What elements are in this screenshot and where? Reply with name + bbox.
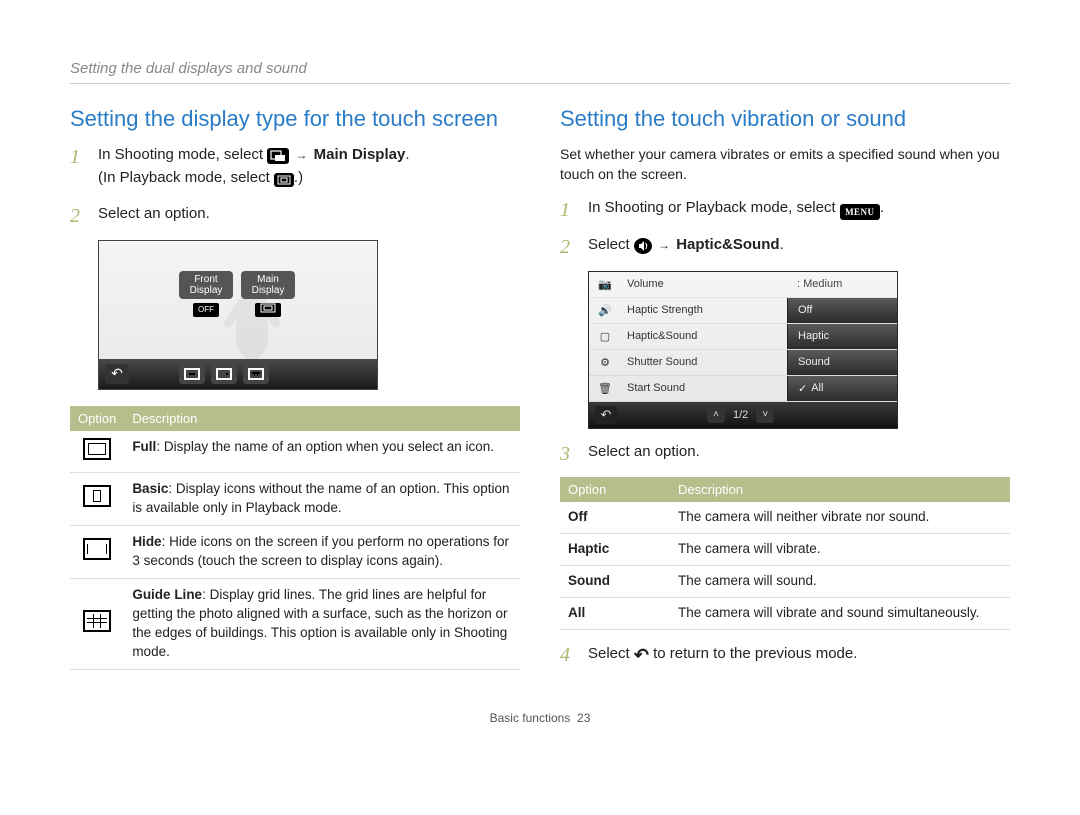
table-row: Hide: Hide icons on the screen if you pe… <box>70 526 520 579</box>
table-row: OffThe camera will neither vibrate nor s… <box>560 502 1010 533</box>
left-column: Setting the display type for the touch s… <box>70 106 520 683</box>
sound-tab-icon: 🔊 <box>589 304 621 317</box>
back-icon[interactable]: ↶ <box>595 406 617 424</box>
display-settings-icon <box>267 148 289 164</box>
table-row: HapticThe camera will vibrate. <box>560 533 1010 565</box>
left-title: Setting the display type for the touch s… <box>70 106 520 132</box>
page-footer: Basic functions 23 <box>70 711 1010 725</box>
table-row: SoundThe camera will sound. <box>560 565 1010 597</box>
hide-icon <box>83 538 111 560</box>
menu-row[interactable]: 🗑 Start Sound ✓All <box>589 376 897 402</box>
display-option-table: Option Description Full: Display the nam… <box>70 406 520 670</box>
check-icon: ✓ <box>798 382 807 395</box>
sound-icon <box>634 238 652 254</box>
table-header-option: Option <box>560 477 670 502</box>
option-sound[interactable]: Sound <box>787 350 897 375</box>
arrow-icon: → <box>656 238 672 252</box>
left-step-2: 2 Select an option. <box>70 203 520 226</box>
display-mode-guide-icon[interactable] <box>243 364 269 384</box>
right-title: Setting the touch vibration or sound <box>560 106 1010 132</box>
page-down-icon[interactable]: ˅ <box>756 407 774 423</box>
left-step-1: 1 In Shooting mode, select → Main Displa… <box>70 144 520 189</box>
trash-tab-icon: 🗑 <box>589 382 621 395</box>
haptic-option-table: Option Description OffThe camera will ne… <box>560 477 1010 630</box>
front-off-badge: OFF <box>193 303 219 317</box>
table-header-description: Description <box>124 406 520 431</box>
camera-tab-icon: 📷 <box>589 278 621 291</box>
display-mode-full-icon[interactable] <box>179 364 205 384</box>
return-icon: ↶ <box>634 642 649 669</box>
haptic-sound-figure: 📷 Volume : Medium 🔊 Haptic Strength Off … <box>588 271 898 429</box>
right-lead: Set whether your camera vibrates or emit… <box>560 144 1010 185</box>
menu-row[interactable]: ⚙ Shutter Sound Sound <box>589 350 897 376</box>
table-row: Basic: Display icons without the name of… <box>70 473 520 526</box>
right-step-4: 4 Select ↶ to return to the previous mod… <box>560 642 1010 669</box>
main-display-label: Main Display <box>314 146 406 163</box>
display-tab-icon: ▢ <box>589 330 621 343</box>
pager-label: 1/2 <box>733 409 748 421</box>
basic-icon <box>83 485 111 507</box>
display-mode-basic-icon[interactable] <box>211 364 237 384</box>
option-all[interactable]: ✓All <box>787 376 897 401</box>
breadcrumb: Setting the dual displays and sound <box>70 60 1010 84</box>
right-step-3: 3 Select an option. <box>560 441 1010 464</box>
full-icon <box>83 438 111 460</box>
right-step-2: 2 Select → Haptic&Sound. <box>560 234 1010 257</box>
main-display-icon <box>255 303 281 317</box>
option-off[interactable]: Off <box>787 298 897 323</box>
page-up-icon[interactable]: ˄ <box>707 407 725 423</box>
table-row: Full: Display the name of an option when… <box>70 431 520 473</box>
table-row: Guide Line: Display grid lines. The grid… <box>70 578 520 669</box>
right-column: Setting the touch vibration or sound Set… <box>560 106 1010 683</box>
display-type-figure: FrontDisplay OFF MainDisplay ↶ <box>98 240 378 390</box>
back-icon[interactable]: ↶ <box>105 364 129 384</box>
haptic-sound-label: Haptic&Sound <box>676 236 779 253</box>
step-text-b: In Playback mode, select <box>103 169 274 186</box>
table-header-option: Option <box>70 406 124 431</box>
settings-tab-icon: ⚙ <box>589 356 621 369</box>
right-step-1: 1 In Shooting or Playback mode, select M… <box>560 197 1010 221</box>
menu-icon: MENU <box>840 204 880 220</box>
option-haptic[interactable]: Haptic <box>787 324 897 349</box>
guide-line-icon <box>83 610 111 632</box>
arrow-icon: → <box>293 148 309 162</box>
table-row: AllThe camera will vibrate and sound sim… <box>560 597 1010 629</box>
menu-row[interactable]: 🔊 Haptic Strength Off <box>589 298 897 324</box>
front-display-button[interactable]: FrontDisplay OFF <box>179 271 233 317</box>
menu-row[interactable]: ▢ Haptic&Sound Haptic <box>589 324 897 350</box>
step-text: In Shooting mode, select <box>98 146 267 163</box>
playback-display-icon <box>274 173 294 187</box>
menu-row[interactable]: 📷 Volume : Medium <box>589 272 897 298</box>
step-text: Select an option. <box>98 205 210 222</box>
table-header-description: Description <box>670 477 1010 502</box>
main-display-button[interactable]: MainDisplay <box>241 271 295 317</box>
